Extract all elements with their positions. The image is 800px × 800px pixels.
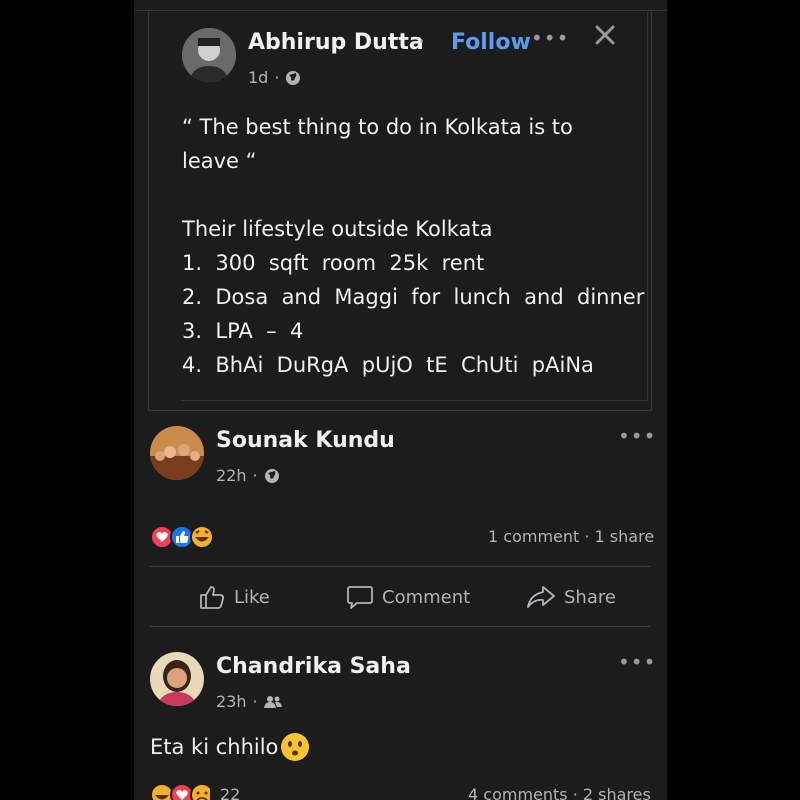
author-name[interactable]: Chandrika Saha [216,654,411,679]
post-time[interactable]: 23h [216,692,247,711]
shared-post-text: “ The best thing to do in Kolkata is to … [182,115,645,377]
post-meta: 22h · [216,466,280,485]
close-icon[interactable] [594,24,616,50]
surprised-emoji-icon [281,733,310,761]
avatar-photo [150,652,204,706]
avatar[interactable] [150,652,204,706]
divider [150,566,650,567]
more-options-icon[interactable]: ••• [618,650,656,674]
separator-dot: · [418,30,425,55]
post-meta: 1d · [248,68,301,87]
comments-shares-count[interactable]: 1 comment · 1 share [488,527,654,546]
love-reaction-icon [170,783,194,800]
friends-icon [263,695,282,708]
avatar-photo [150,426,204,480]
author-name[interactable]: Abhirup Dutta [248,30,424,55]
share-icon [527,586,555,608]
follow-button[interactable]: Follow [451,30,531,55]
share-label: Share [564,586,616,608]
divider [134,10,667,11]
globe-icon [286,70,301,85]
haha-reaction-icon [150,783,174,800]
divider [150,626,650,627]
like-label: Like [234,586,270,608]
love-reaction-icon [150,525,174,549]
comment-icon [347,586,373,609]
post-time[interactable]: 1d [248,68,268,87]
avatar[interactable] [182,28,236,82]
more-options-icon[interactable]: ••• [531,26,569,50]
globe-icon [264,468,279,483]
comments-shares-count[interactable]: 4 comments · 2 shares [468,785,651,800]
more-options-icon[interactable]: ••• [618,424,656,448]
like-reaction-icon [170,525,194,549]
sad-reaction-icon [190,783,214,800]
author-name[interactable]: Sounak Kundu [216,428,395,453]
reactions-summary[interactable] [150,782,214,800]
thumbs-up-icon [200,586,225,609]
haha-reaction-icon [190,525,214,549]
post-text-row: Eta ki chhilo [150,732,310,762]
feed: Abhirup Dutta · Follow ••• 1d · “ The be… [134,0,667,800]
like-button[interactable]: Like [198,584,270,610]
comment-label: Comment [382,586,471,608]
avatar-photo [182,28,236,82]
avatar[interactable] [150,426,204,480]
post-text: Eta ki chhilo [150,735,279,759]
reactions-summary[interactable] [150,524,220,550]
share-button[interactable]: Share [526,584,616,610]
post-meta: 23h · [216,692,282,711]
reaction-count[interactable]: 22 [220,785,240,800]
post-time[interactable]: 22h [216,466,247,485]
comment-button[interactable]: Comment [346,584,470,610]
